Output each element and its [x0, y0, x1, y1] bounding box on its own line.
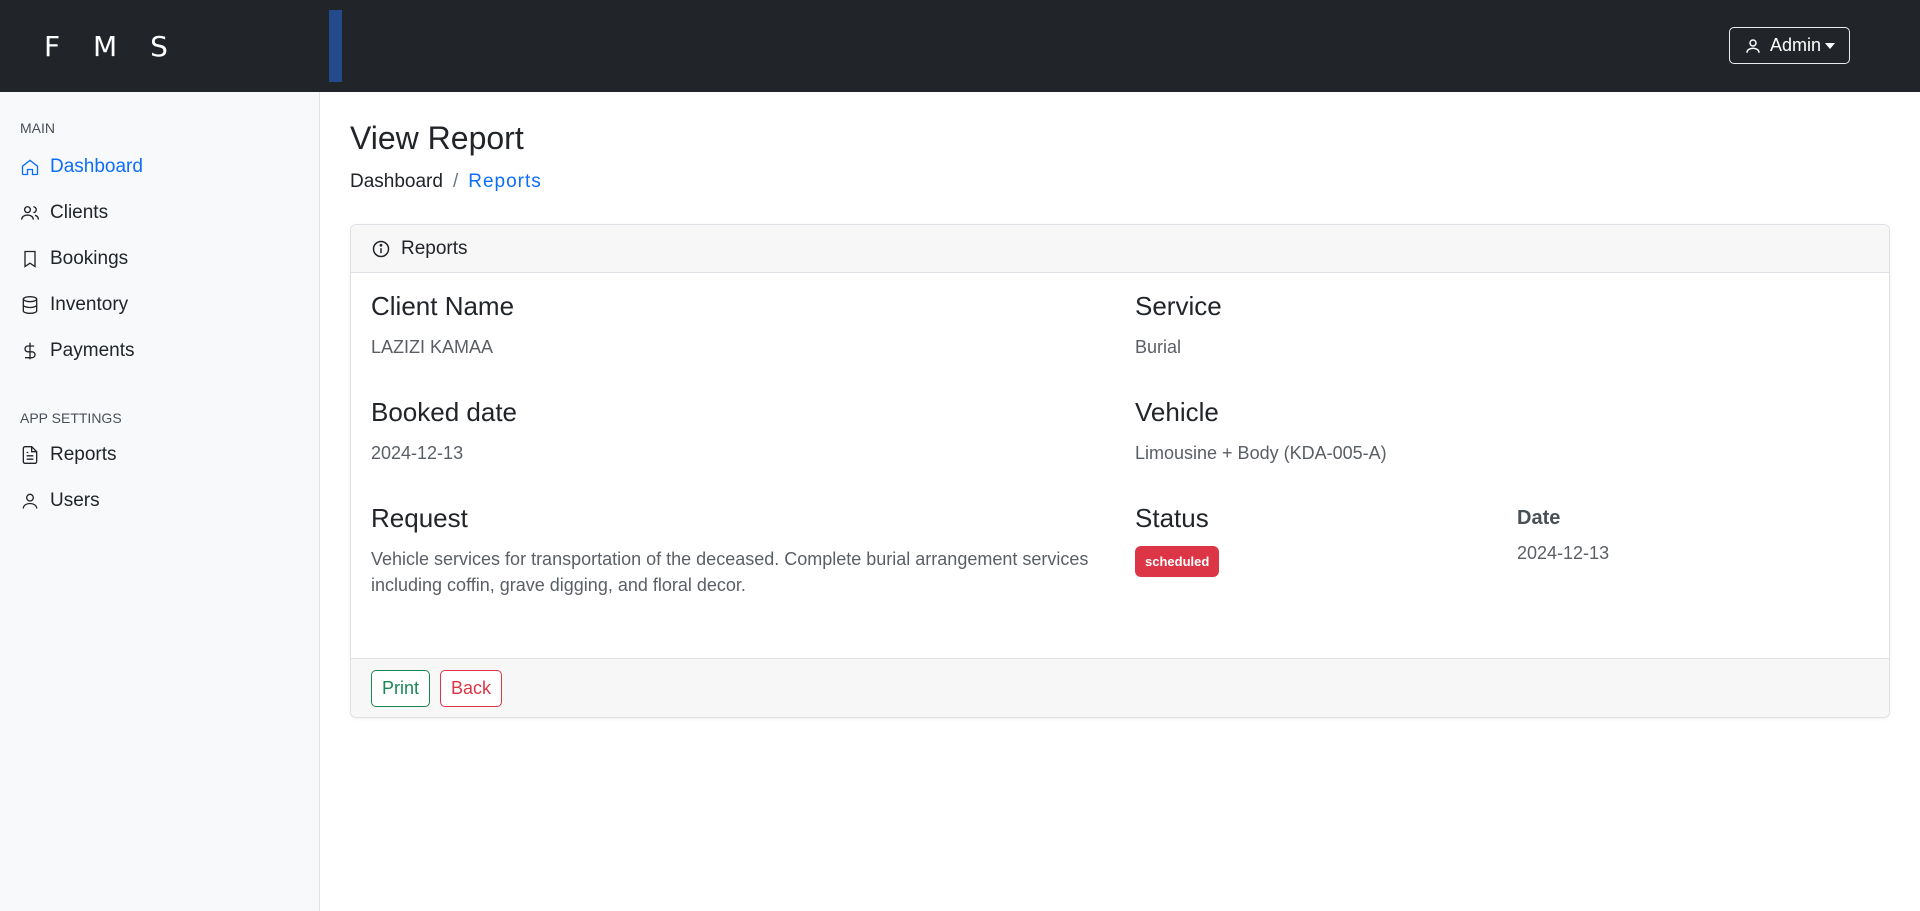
sidebar-item-label: Inventory: [50, 294, 129, 315]
breadcrumb-separator: /: [452, 171, 459, 192]
user-icon: [22, 493, 38, 509]
page-title: View Report: [350, 120, 524, 156]
request-value: Vehicle services for transportation of t…: [371, 549, 1089, 595]
bookmark-icon: [24, 250, 36, 268]
sidebar-item-reports[interactable]: Reports: [0, 432, 319, 478]
breadcrumb-current: Reports: [468, 171, 542, 192]
client-name-field: Client Name LAZIZI KAMAA: [371, 291, 514, 360]
database-icon: [22, 296, 38, 315]
vehicle-label: Vehicle: [1135, 397, 1219, 427]
user-menu-label: Admin: [1769, 35, 1821, 55]
sidebar-item-clients[interactable]: Clients: [0, 190, 319, 236]
brand-logo[interactable]: F M S: [0, 30, 320, 63]
client-name-value: LAZIZI KAMAA: [371, 337, 494, 357]
status-field: Status scheduled: [1135, 503, 1220, 577]
file-text-icon: [22, 446, 38, 464]
main-content: View Report Dashboard / Reports Reports …: [350, 92, 1890, 718]
sidebar-item-label: Bookings: [50, 248, 129, 269]
vehicle-value: Limousine + Body (KDA-005-A): [1135, 443, 1387, 463]
service-label: Service: [1135, 291, 1222, 321]
request-field: Request Vehicle services for transportat…: [371, 503, 1101, 598]
sidebar-item-label: Payments: [50, 340, 135, 361]
sidebar-item-label: Users: [50, 490, 100, 511]
vehicle-field: Vehicle Limousine + Body (KDA-005-A): [1135, 397, 1387, 466]
service-field: Service Burial: [1135, 291, 1222, 360]
date-field: Date 2024-12-13: [1517, 507, 1609, 566]
client-name-label: Client Name: [371, 291, 515, 321]
sidebar-heading-settings: APP SETTINGS: [20, 410, 122, 426]
info-icon: [372, 240, 390, 257]
back-button[interactable]: Back: [440, 669, 503, 707]
breadcrumb: Dashboard / Reports: [350, 171, 1890, 193]
card-header: Reports: [351, 225, 1889, 273]
card-footer: Print Back: [351, 658, 1889, 717]
request-label: Request: [371, 503, 468, 533]
dollar-icon: [24, 342, 36, 360]
sidebar-heading-main: MAIN: [20, 120, 55, 136]
caret-down-icon: [1825, 42, 1835, 49]
sidebar-item-label: Reports: [50, 444, 117, 465]
sidebar-item-label: Dashboard: [50, 156, 143, 177]
booked-date-field: Booked date 2024-12-13: [371, 397, 517, 466]
sidebar-item-bookings[interactable]: Bookings: [0, 236, 319, 282]
service-value: Burial: [1135, 337, 1182, 357]
booked-date-label: Booked date: [371, 397, 518, 427]
sidebar-item-dashboard[interactable]: Dashboard: [0, 144, 319, 190]
card-header-title: Reports: [401, 237, 468, 259]
sidebar-item-label: Clients: [50, 202, 109, 223]
print-button[interactable]: Print: [371, 669, 431, 707]
report-card: Reports Client Name LAZIZI KAMAA Service…: [350, 224, 1890, 718]
sidebar-item-payments[interactable]: Payments: [0, 328, 319, 374]
user-icon: [1746, 38, 1760, 53]
date-value: 2024-12-13: [1517, 543, 1610, 563]
breadcrumb-home-link[interactable]: Dashboard: [350, 171, 443, 193]
status-label: Status: [1135, 503, 1209, 533]
card-body: Client Name LAZIZI KAMAA Service Burial …: [351, 273, 1889, 659]
top-navbar: F M S Admin: [0, 0, 1920, 92]
status-badge: scheduled: [1135, 546, 1220, 577]
booked-date-value: 2024-12-13: [371, 443, 464, 463]
date-label: Date: [1517, 507, 1561, 529]
sidebar-toggle-accent: [329, 10, 342, 82]
sidebar-item-users[interactable]: Users: [0, 478, 319, 524]
sidebar: MAIN Dashboard Clients Bookings Inventor…: [0, 92, 320, 911]
sidebar-item-inventory[interactable]: Inventory: [0, 282, 319, 328]
user-menu-button[interactable]: Admin: [1728, 27, 1850, 64]
home-icon: [21, 159, 39, 176]
users-icon: [21, 206, 39, 220]
